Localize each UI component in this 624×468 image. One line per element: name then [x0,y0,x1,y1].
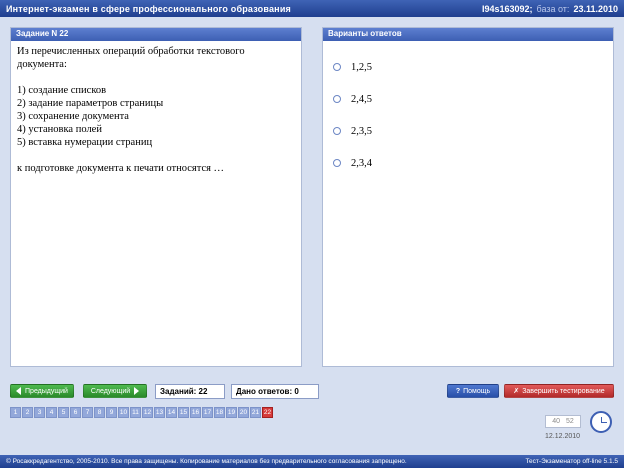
clock-icon [590,411,612,433]
question-item: 4) установка полей [17,124,102,135]
answers-header: Варианты ответов [323,28,613,41]
answer-option-4[interactable]: 2,3,4 [333,147,613,179]
question-nav-cell[interactable]: 21 [250,407,261,418]
question-nav-cell[interactable]: 3 [34,407,45,418]
toolbar: Предыдущий Следующий Заданий: 22 Дано от… [10,384,614,400]
copyright: © Росаккредагентство, 2005-2010. Все пра… [6,458,407,465]
base-date: 23.11.2010 [573,3,618,14]
arrow-left-icon [16,387,22,395]
title-bar: Интернет-экзамен в сфере профессионально… [0,0,624,17]
radio-button[interactable] [333,63,341,71]
question-nav-cell[interactable]: 7 [82,407,93,418]
answer-label: 2,3,5 [351,125,372,137]
question-nav-cell[interactable]: 15 [178,407,189,418]
runner-icon: ✗ [513,388,520,395]
tasks-counter: Заданий: 22 [155,384,225,399]
radio-button[interactable] [333,127,341,135]
question-panel: Задание N 22 Из перечисленных операций о… [10,27,302,367]
question-nav-cell[interactable]: 19 [226,407,237,418]
question-nav-cell[interactable]: 16 [190,407,201,418]
answered-counter: Дано ответов: 0 [231,384,319,399]
question-nav-cell[interactable]: 20 [238,407,249,418]
timer-seconds: 52 [566,418,574,425]
question-item: 2) задание параметров страницы [17,98,164,109]
next-label: Следующий [90,387,131,395]
question-nav-cell[interactable]: 1 [10,407,21,418]
answer-label: 2,4,5 [351,93,372,105]
answer-label: 2,3,4 [351,157,372,169]
finish-label: Завершить тестирование [522,387,605,395]
session-info: I94s163092; база от: 23.11.2010 [482,4,618,14]
help-label: Помощь [463,387,491,395]
app-title: Интернет-экзамен в сфере профессионально… [6,3,292,14]
timer-minutes: 40 [552,418,560,425]
help-button[interactable]: ? Помощь [447,384,499,398]
question-nav-cell[interactable]: 6 [70,407,81,418]
question-prompt: к подготовке документа к печати относятс… [17,163,225,174]
radio-button[interactable] [333,159,341,167]
answer-list: 1,2,5 2,4,5 2,3,5 2,3,4 [323,41,613,179]
current-date: 12.12.2010 [545,433,581,440]
question-nav-cell[interactable]: 22 [262,407,273,418]
question-nav-cell[interactable]: 13 [154,407,165,418]
next-button[interactable]: Следующий [83,384,147,398]
question-mark-icon: ? [455,387,461,395]
app-version: Тест-Экзаменатор off-line 5.1.5 [525,458,618,465]
radio-button[interactable] [333,95,341,103]
question-nav-cell[interactable]: 17 [202,407,213,418]
finish-test-button[interactable]: ✗ Завершить тестирование [504,384,614,398]
previous-label: Предыдущий [25,387,68,395]
question-nav-cell[interactable]: 8 [94,407,105,418]
question-nav-cell[interactable]: 5 [58,407,69,418]
answers-panel: Варианты ответов 1,2,5 2,4,5 2,3,5 2,3,4 [322,27,614,367]
answer-option-1[interactable]: 1,2,5 [333,51,613,83]
footer: © Росаккредагентство, 2005-2010. Все пра… [0,455,624,468]
arrow-right-icon [134,387,140,395]
question-intro: Из перечисленных операций обработки текс… [17,46,245,70]
user-id: I94s163092; [481,3,533,14]
question-nav-cell[interactable]: 10 [118,407,129,418]
question-nav-cell[interactable]: 18 [214,407,225,418]
question-nav-cell[interactable]: 14 [166,407,177,418]
answer-option-3[interactable]: 2,3,5 [333,115,613,147]
question-nav-cell[interactable]: 12 [142,407,153,418]
answer-option-2[interactable]: 2,4,5 [333,83,613,115]
question-nav-cell[interactable]: 2 [22,407,33,418]
base-label: база от: [536,3,570,14]
previous-button[interactable]: Предыдущий [10,384,74,398]
question-text: Из перечисленных операций обработки текс… [11,41,301,179]
question-item: 3) сохранение документа [17,111,129,122]
timer: 40 52 [545,415,581,428]
question-nav-cell[interactable]: 4 [46,407,57,418]
question-item: 1) создание списков [17,85,107,96]
answer-label: 1,2,5 [351,61,372,73]
question-navigation: 1 2 3 4 5 6 7 8 9 10 11 12 13 14 15 16 17 18 19 20 21 22 [10,407,273,418]
question-nav-cell[interactable]: 11 [130,407,141,418]
question-nav-cell[interactable]: 9 [106,407,117,418]
question-header: Задание N 22 [11,28,301,41]
question-item: 5) вставка нумерации страниц [17,137,153,148]
